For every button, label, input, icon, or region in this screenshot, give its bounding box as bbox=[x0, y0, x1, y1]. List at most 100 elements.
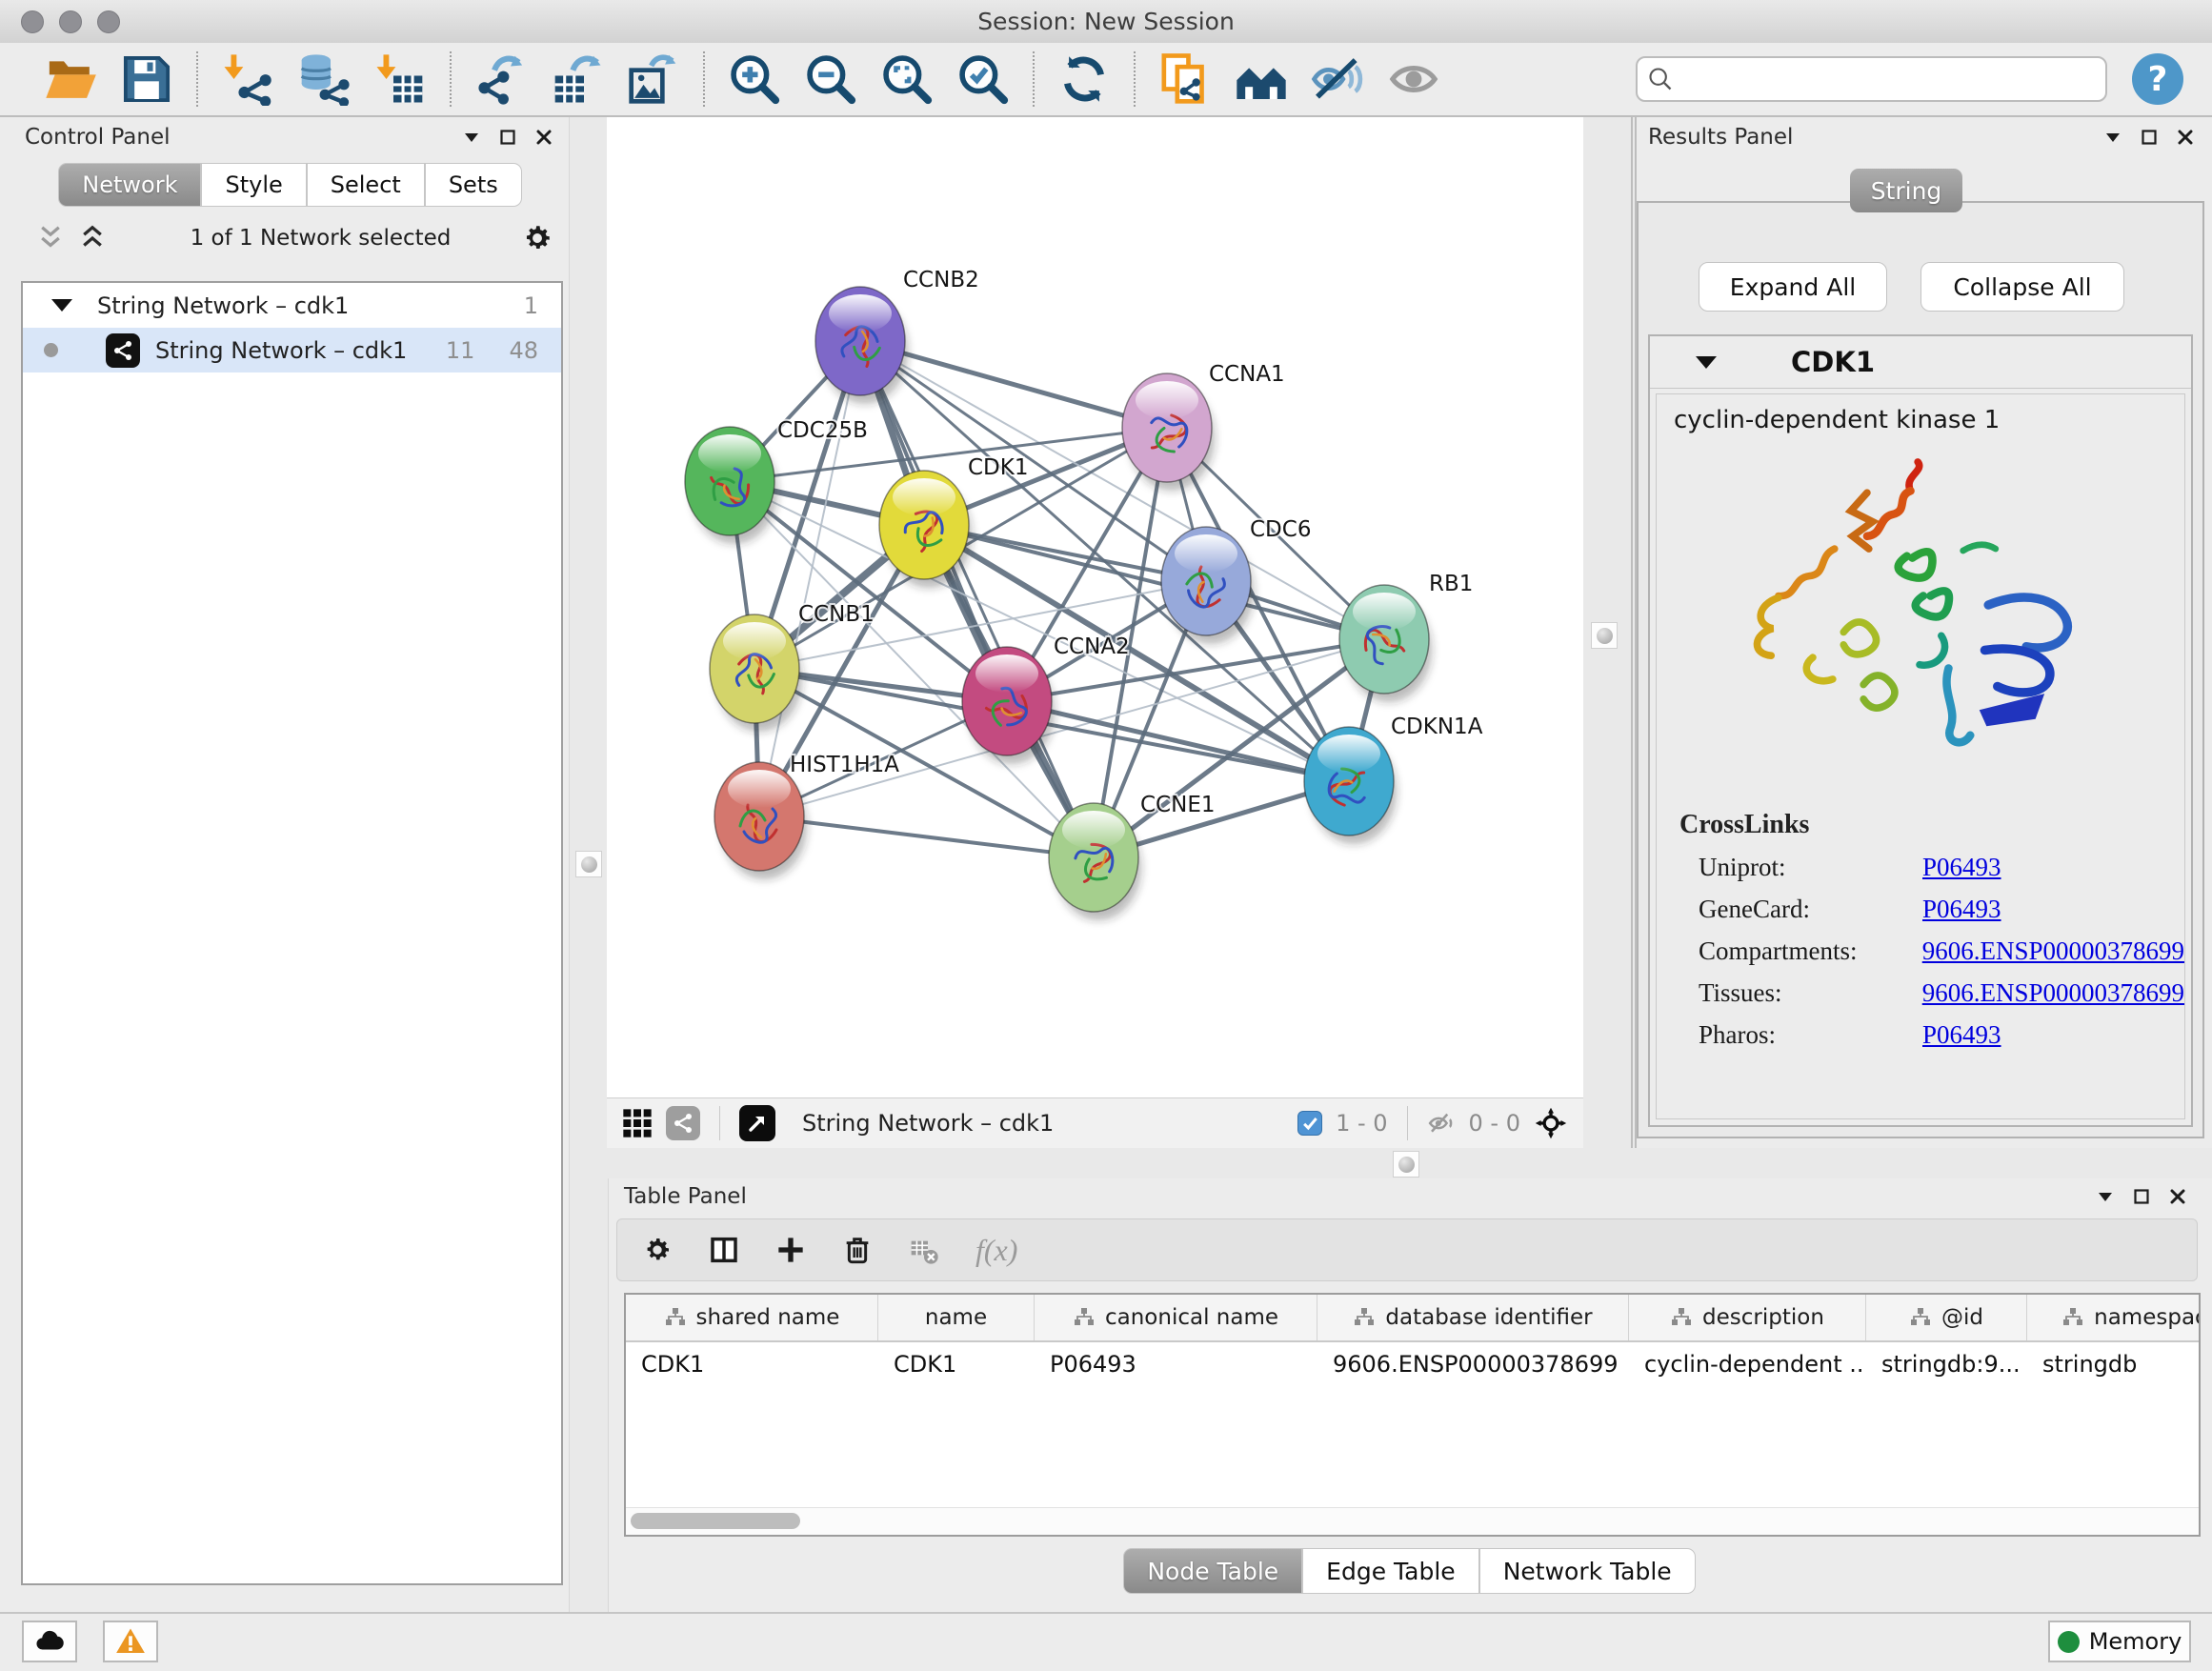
tab-network-table[interactable]: Network Table bbox=[1479, 1548, 1696, 1594]
expand-all-button[interactable]: Expand All bbox=[1699, 262, 1887, 312]
hide-selected-eye-icon[interactable] bbox=[1311, 52, 1364, 106]
grid-mode-icon[interactable] bbox=[622, 1108, 653, 1138]
table-header-row: shared namenamecanonical namedatabase id… bbox=[626, 1295, 2199, 1342]
tab-edge-table[interactable]: Edge Table bbox=[1302, 1548, 1479, 1594]
genecard-link[interactable]: P06493 bbox=[1922, 895, 2001, 924]
search-input[interactable] bbox=[1681, 65, 2096, 93]
tab-select[interactable]: Select bbox=[307, 163, 425, 207]
import-table-icon[interactable] bbox=[373, 52, 427, 106]
panel-float-icon[interactable] bbox=[498, 128, 517, 147]
main-toolbar: ? bbox=[0, 43, 2212, 117]
collapse-all-button[interactable]: Collapse All bbox=[1920, 262, 2124, 312]
table-cell[interactable]: CDK1 bbox=[878, 1351, 1035, 1378]
tab-style[interactable]: Style bbox=[201, 163, 306, 207]
export-network-icon[interactable] bbox=[474, 52, 528, 106]
help-button[interactable]: ? bbox=[2132, 53, 2183, 105]
network-collection-row[interactable]: String Network – cdk1 1 bbox=[23, 283, 561, 328]
network-node-HIST1H1A[interactable]: HIST1H1A bbox=[714, 753, 899, 879]
panel-close-icon[interactable] bbox=[534, 128, 553, 147]
network-node-CCNB2[interactable]: CCNB2 bbox=[815, 268, 979, 404]
table-settings-gear-icon[interactable] bbox=[642, 1235, 673, 1265]
table-horizontal-scrollbar[interactable] bbox=[626, 1507, 2199, 1535]
column-header-shared-name[interactable]: shared name bbox=[626, 1295, 878, 1340]
left-splitter-handle[interactable] bbox=[575, 851, 602, 877]
memory-button[interactable]: Memory bbox=[2048, 1621, 2191, 1662]
right-splitter-handle[interactable] bbox=[1591, 622, 1618, 649]
network-node-CCNB1[interactable]: CCNB1 bbox=[710, 602, 875, 732]
expand-all-icon[interactable] bbox=[78, 224, 107, 252]
column-header-namespace[interactable]: namespace bbox=[2027, 1295, 2201, 1340]
delete-column-trash-icon[interactable] bbox=[842, 1235, 873, 1265]
table-cell[interactable]: stringdb bbox=[2027, 1351, 2201, 1378]
left-splitter[interactable] bbox=[569, 117, 609, 1612]
tab-string[interactable]: String bbox=[1850, 169, 1962, 212]
uniprot-link[interactable]: P06493 bbox=[1922, 853, 2001, 882]
tab-node-table[interactable]: Node Table bbox=[1123, 1548, 1302, 1594]
collection-expander-icon[interactable] bbox=[51, 299, 72, 312]
export-image-icon[interactable] bbox=[627, 52, 680, 106]
scrollbar-thumb[interactable] bbox=[631, 1513, 800, 1529]
panel-menu-icon[interactable] bbox=[462, 128, 481, 147]
network-canvas[interactable]: CCNB2CCNA1CDC25BCDK1CDC6RB1CCNB1CCNA2CDK… bbox=[607, 117, 1583, 1097]
add-column-icon[interactable] bbox=[775, 1235, 806, 1265]
zoom-selected-icon[interactable] bbox=[956, 52, 1010, 106]
show-columns-icon[interactable] bbox=[709, 1235, 739, 1265]
compartments-link[interactable]: 9606.ENSP00000378699 bbox=[1922, 936, 2184, 966]
save-session-icon[interactable] bbox=[120, 52, 173, 106]
panel-close-icon[interactable] bbox=[2168, 1187, 2187, 1206]
warnings-button[interactable] bbox=[103, 1621, 158, 1662]
zoom-fit-icon[interactable] bbox=[880, 52, 934, 106]
network-node-RB1[interactable]: RB1 bbox=[1339, 572, 1473, 702]
gene-header-row[interactable]: CDK1 bbox=[1650, 336, 2191, 389]
panel-float-icon[interactable] bbox=[2140, 128, 2159, 147]
cloud-button[interactable] bbox=[22, 1621, 77, 1662]
column-header-canonical-name[interactable]: canonical name bbox=[1035, 1295, 1317, 1340]
import-network-file-icon[interactable] bbox=[221, 52, 274, 106]
network-node-CCNA1[interactable]: CCNA1 bbox=[1122, 362, 1285, 491]
column-header-name[interactable]: name bbox=[878, 1295, 1035, 1340]
detach-view-icon[interactable] bbox=[739, 1105, 775, 1141]
export-table-icon[interactable] bbox=[551, 52, 604, 106]
table-cell[interactable]: cyclin-dependent ... bbox=[1629, 1351, 1866, 1378]
houses-icon[interactable] bbox=[1235, 52, 1288, 106]
network-edge[interactable] bbox=[759, 341, 860, 816]
network-share-mode-icon[interactable] bbox=[666, 1106, 700, 1140]
gene-expander-icon[interactable] bbox=[1696, 356, 1717, 369]
right-splitter[interactable] bbox=[1583, 117, 1637, 1148]
column-header-description[interactable]: description bbox=[1629, 1295, 1866, 1340]
pharos-link[interactable]: P06493 bbox=[1922, 1020, 2001, 1050]
network-node-CDKN1A[interactable]: CDKN1A bbox=[1304, 715, 1483, 844]
table-row[interactable]: CDK1CDK1P064939606.ENSP00000378699cyclin… bbox=[626, 1342, 2199, 1386]
panel-menu-icon[interactable] bbox=[2096, 1187, 2115, 1206]
table-cell[interactable]: stringdb:9... bbox=[1866, 1351, 2027, 1378]
network-node-CCNE1[interactable]: CCNE1 bbox=[1049, 793, 1216, 920]
tissues-link[interactable]: 9606.ENSP00000378699 bbox=[1922, 978, 2184, 1008]
panel-float-icon[interactable] bbox=[2132, 1187, 2151, 1206]
table-cell[interactable]: 9606.ENSP00000378699 bbox=[1317, 1351, 1629, 1378]
network-node-CDC6[interactable]: CDC6 bbox=[1161, 517, 1311, 644]
table-cell[interactable]: CDK1 bbox=[626, 1351, 878, 1378]
zoom-out-icon[interactable] bbox=[804, 52, 857, 106]
network-node-CCNA2[interactable]: CCNA2 bbox=[962, 634, 1130, 764]
refresh-icon[interactable] bbox=[1057, 52, 1111, 106]
network-edge[interactable] bbox=[860, 341, 1094, 857]
table-cell[interactable]: P06493 bbox=[1035, 1351, 1317, 1378]
zoom-in-icon[interactable] bbox=[728, 52, 781, 106]
fit-content-crosshair-icon[interactable] bbox=[1534, 1106, 1568, 1140]
network-node-CDC25B[interactable]: CDC25B bbox=[685, 418, 868, 544]
tab-network[interactable]: Network bbox=[58, 163, 201, 207]
collapse-all-icon[interactable] bbox=[36, 224, 65, 252]
network-row-selected[interactable]: String Network – cdk1 11 48 bbox=[23, 328, 561, 372]
network-edge[interactable] bbox=[759, 816, 1094, 857]
open-session-icon[interactable] bbox=[44, 52, 97, 106]
selected-checkbox-icon[interactable] bbox=[1297, 1111, 1322, 1136]
copy-network-icon[interactable] bbox=[1158, 52, 1212, 106]
network-options-gear-icon[interactable] bbox=[521, 222, 553, 254]
panel-menu-icon[interactable] bbox=[2103, 128, 2122, 147]
column-header-database-identifier[interactable]: database identifier bbox=[1317, 1295, 1629, 1340]
column-header--id[interactable]: @id bbox=[1866, 1295, 2027, 1340]
panel-close-icon[interactable] bbox=[2176, 128, 2195, 147]
import-network-database-icon[interactable] bbox=[297, 52, 351, 106]
horizontal-splitter-handle[interactable] bbox=[1393, 1151, 1419, 1178]
tab-sets[interactable]: Sets bbox=[425, 163, 522, 207]
